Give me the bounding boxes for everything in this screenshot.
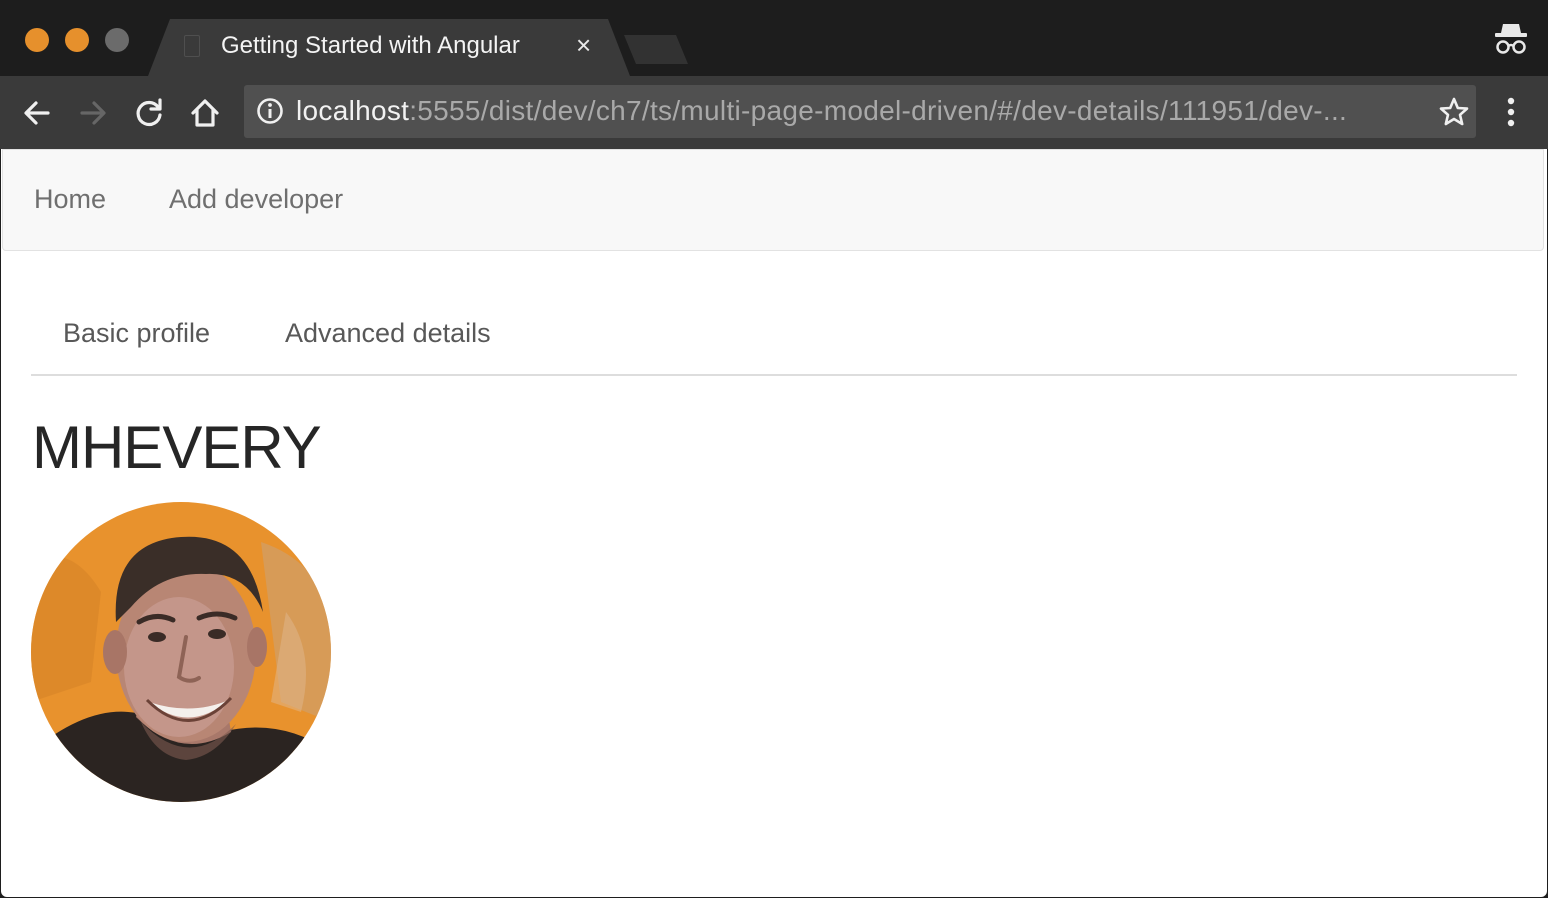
url-host: localhost	[296, 95, 410, 126]
new-tab-button[interactable]	[624, 35, 688, 64]
forward-arrow-icon	[80, 101, 106, 125]
browser-toolbar: localhost:5555/dist/dev/ch7/ts/multi-pag…	[0, 76, 1548, 149]
close-tab-button[interactable]: ×	[576, 31, 591, 59]
forward-button[interactable]	[76, 96, 110, 130]
minimize-window-button[interactable]	[65, 28, 89, 52]
browser-tab-active[interactable]: Getting Started with Angular ×	[148, 19, 630, 76]
url-text[interactable]: localhost:5555/dist/dev/ch7/ts/multi-pag…	[296, 95, 1426, 127]
reload-icon	[136, 98, 162, 127]
developer-name: MHEVERY	[32, 414, 322, 481]
close-window-button[interactable]	[25, 28, 49, 52]
nav-home-link[interactable]: Home	[34, 184, 106, 215]
nav-add-developer-link[interactable]: Add developer	[169, 184, 343, 215]
incognito-icon	[1493, 22, 1529, 56]
url-path: :5555/dist/dev/ch7/ts/multi-page-model-d…	[409, 95, 1348, 126]
home-icon	[191, 99, 219, 127]
browser-titlebar: Getting Started with Angular ×	[0, 0, 1548, 76]
star-icon[interactable]	[1438, 96, 1470, 128]
address-bar[interactable]: localhost:5555/dist/dev/ch7/ts/multi-pag…	[244, 85, 1476, 138]
back-button[interactable]	[20, 96, 54, 130]
avatar	[31, 502, 331, 802]
profile-tabs: Basic profile Advanced details	[31, 300, 1517, 376]
reload-button[interactable]	[132, 96, 166, 130]
home-button[interactable]	[188, 96, 222, 130]
app-navbar: Home Add developer	[2, 149, 1544, 251]
tab-advanced-details[interactable]: Advanced details	[285, 318, 491, 349]
tab-title: Getting Started with Angular	[221, 32, 520, 59]
page-content: Home Add developer Basic profile Advance…	[1, 149, 1547, 897]
document-icon	[184, 35, 200, 57]
zoom-window-button[interactable]	[105, 28, 129, 52]
tab-basic-profile[interactable]: Basic profile	[63, 318, 210, 349]
menu-icon[interactable]	[1500, 96, 1522, 128]
info-icon[interactable]	[256, 97, 284, 125]
back-arrow-icon	[24, 101, 50, 125]
